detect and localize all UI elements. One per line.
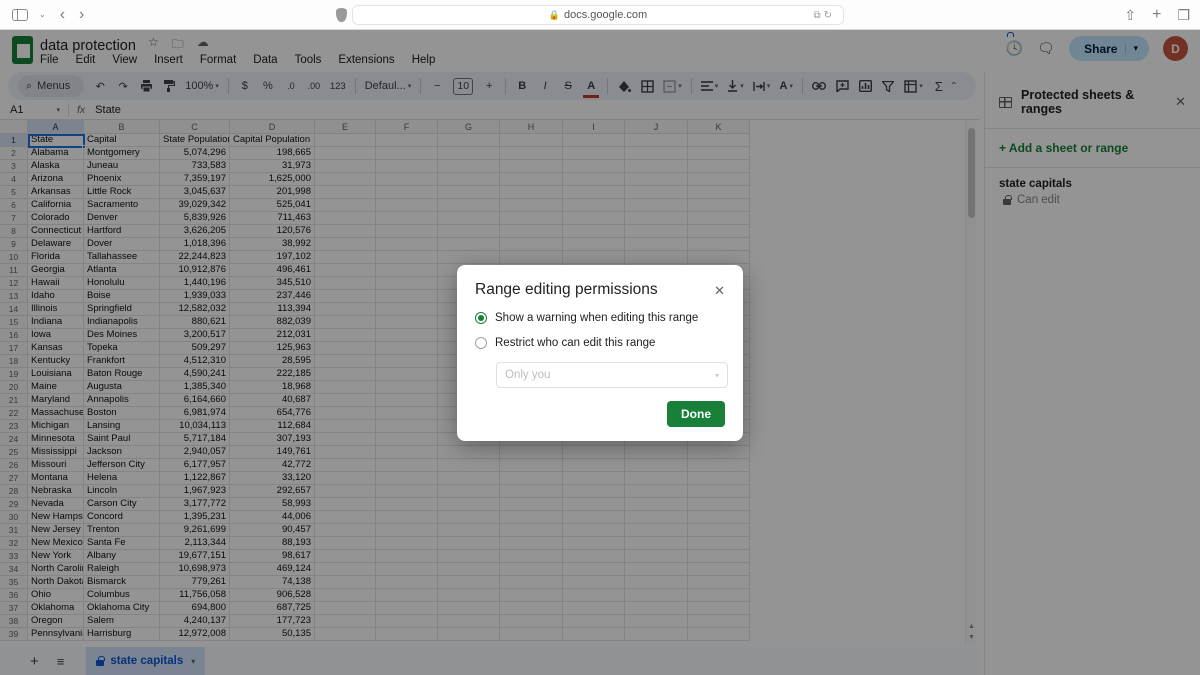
browser-chrome: ⌄ ‹ › 🔒 docs.google.com ⧉↻ ⇧ + ❒ xyxy=(0,0,1200,30)
reload-icon[interactable]: ⧉↻ xyxy=(813,10,835,21)
url-text: docs.google.com xyxy=(564,9,647,21)
permission-select-value: Only you xyxy=(505,369,550,381)
share-page-icon[interactable]: ⇧ xyxy=(1124,7,1136,24)
address-bar[interactable]: 🔒 docs.google.com ⧉↻ xyxy=(352,5,844,25)
tab-overview-icon[interactable]: ❒ xyxy=(1177,7,1190,24)
warning-option[interactable]: Show a warning when editing this range xyxy=(475,312,725,324)
sidebar-caret-icon[interactable]: ⌄ xyxy=(32,10,53,19)
restrict-radio[interactable] xyxy=(475,337,487,349)
done-button[interactable]: Done xyxy=(667,401,725,427)
dialog-close-icon[interactable]: ✕ xyxy=(714,283,725,299)
warning-option-label: Show a warning when editing this range xyxy=(495,312,698,324)
back-button[interactable]: ‹ xyxy=(53,6,72,24)
screen: ⌄ ‹ › 🔒 docs.google.com ⧉↻ ⇧ + ❒ data pr… xyxy=(0,0,1200,675)
forward-button[interactable]: › xyxy=(72,6,91,24)
restrict-option-label: Restrict who can edit this range xyxy=(495,337,655,349)
new-tab-button[interactable]: + xyxy=(1152,6,1161,24)
privacy-shield-icon[interactable] xyxy=(336,8,347,22)
dialog-title: Range editing permissions xyxy=(475,281,714,299)
warning-radio-selected[interactable] xyxy=(475,312,487,324)
ssl-lock-icon: 🔒 xyxy=(549,10,560,21)
permission-select-caret: ▾ xyxy=(715,371,719,380)
translate-icon[interactable]: ⧉ xyxy=(813,10,823,21)
permission-select: Only you ▾ xyxy=(496,362,728,388)
restrict-option[interactable]: Restrict who can edit this range xyxy=(475,337,725,349)
range-permissions-dialog: Range editing permissions ✕ Show a warni… xyxy=(457,265,743,441)
sidebar-toggle-icon[interactable] xyxy=(12,9,28,21)
